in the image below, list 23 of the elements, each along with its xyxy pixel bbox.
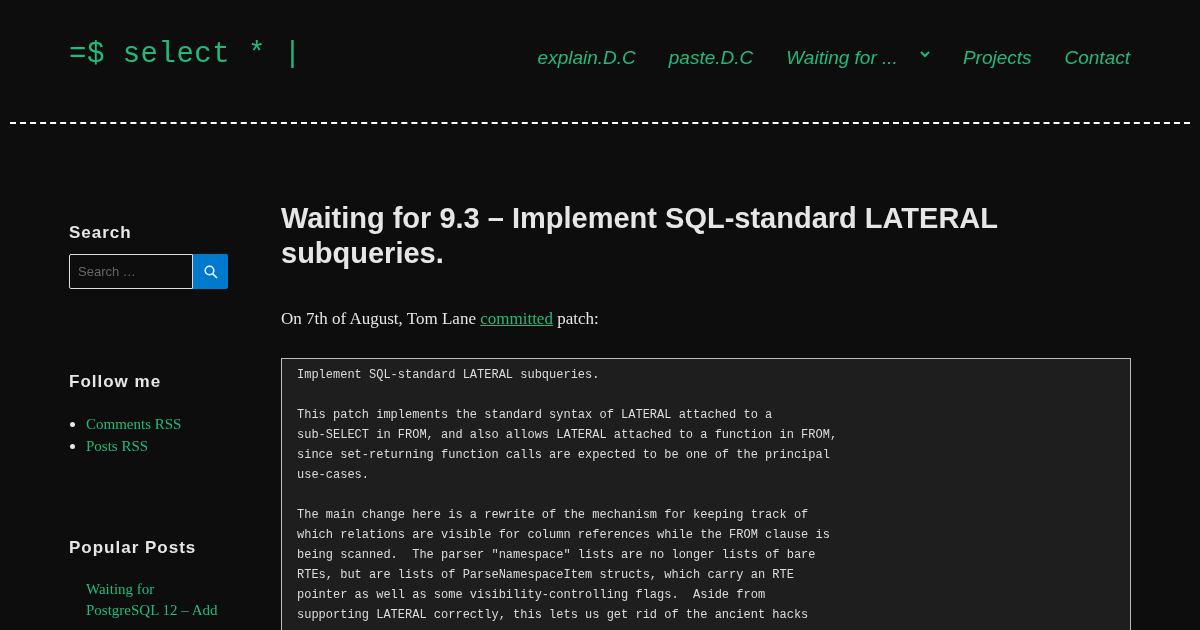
search-icon <box>203 264 218 279</box>
search-field[interactable]: Search … <box>69 254 193 289</box>
code-text: Implement SQL-standard LATERAL subqueries. <box>297 366 601 384</box>
search-button[interactable] <box>193 254 228 289</box>
bullet-icon <box>70 422 75 427</box>
committed-link[interactable]: committed <box>480 309 553 328</box>
site-logo[interactable]: =$ select * | <box>69 39 302 69</box>
nav-link[interactable]: paste.D.C <box>668 43 754 73</box>
widget-title: Popular Posts <box>69 537 198 559</box>
post-intro: On 7th of August, Tom Lane committed patch: <box>281 308 600 330</box>
code-text: The main change here is a rewrite of the mechanism for keeping track of which relations are visible for column references while the FROM clause is being scanned. The parser "namespace" lists are no longer lists of bare RTEs, but are lists of ParseNamespaceItem structs, which carry an RTE pointer as well as some visibility-controlling flags. Aside from supporting LATERAL correctly, this lets us get rid of the ancient hacks <box>297 506 831 624</box>
nav-link[interactable]: Contact <box>1064 43 1130 73</box>
rss-link[interactable]: Posts RSS <box>86 435 149 457</box>
nav-link[interactable]: explain.D.C <box>537 43 636 73</box>
popular-post-link[interactable]: Waiting for PostgreSQL 12 – Add <box>86 579 228 621</box>
widget-title: Follow me <box>69 371 163 393</box>
widget-title: Search <box>69 222 133 244</box>
bullet-icon <box>70 444 75 449</box>
nav-link[interactable]: Projects <box>962 43 1032 73</box>
post-title: Waiting for 9.3 – Implement SQL-standard LATERAL subqueries. <box>281 201 999 271</box>
nav-link[interactable]: Waiting for ... <box>786 43 930 73</box>
code-text: This patch implements the standard syntax of LATERAL attached to a sub-SELECT in FROM, and also allows LATERAL attached to a function in FROM, since set-returning function calls are expected to be one of the principal use-cases. <box>297 406 839 484</box>
rss-link[interactable]: Comments RSS <box>86 413 182 435</box>
